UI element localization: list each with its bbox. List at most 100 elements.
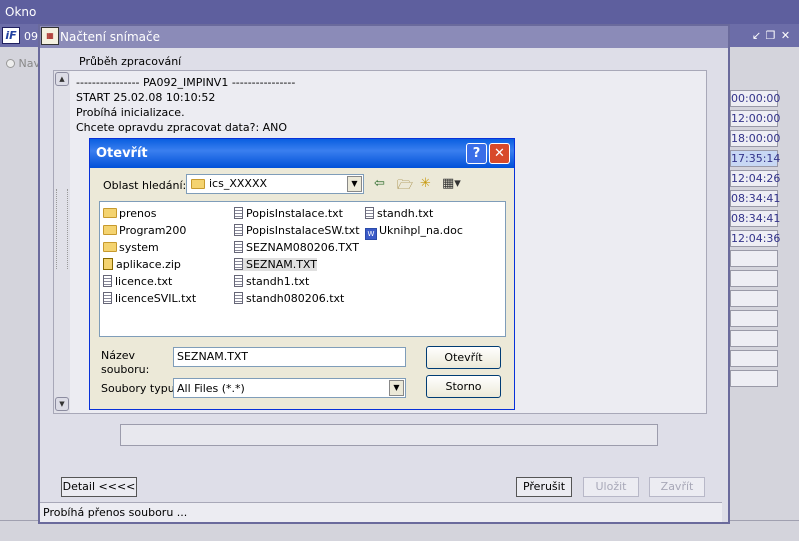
file-name: licenceSVIL.txt bbox=[115, 292, 197, 305]
open-dialog-title: Otevřít bbox=[96, 146, 148, 161]
filetype-label: Soubory typu: bbox=[101, 382, 179, 395]
zip-file-icon bbox=[103, 258, 113, 270]
time-cell-empty[interactable] bbox=[730, 370, 778, 387]
text-file-icon bbox=[365, 207, 374, 219]
text-file-icon bbox=[234, 292, 243, 304]
time-cell[interactable]: 08:34:41 bbox=[730, 210, 780, 227]
file-name: standh080206.txt bbox=[246, 292, 345, 305]
list-item[interactable]: PopisInstalace.txt bbox=[234, 207, 343, 220]
list-item[interactable]: Program200 bbox=[103, 224, 186, 237]
scroll-down-icon[interactable]: ▼ bbox=[55, 397, 69, 411]
list-item[interactable]: standh.txt bbox=[365, 207, 433, 220]
log-line: Probíhá inicializace. bbox=[76, 106, 185, 119]
text-file-icon bbox=[103, 292, 112, 304]
filename-input[interactable]: SEZNAM.TXT bbox=[173, 347, 406, 367]
list-item[interactable]: W Uknihpl_na.doc bbox=[365, 224, 463, 240]
status-bar: Probíhá přenos souboru ... bbox=[40, 502, 722, 522]
time-cell[interactable]: 12:04:26 bbox=[730, 170, 780, 187]
time-cell[interactable]: 17:35:14 bbox=[730, 150, 780, 167]
filename-label-line: Název bbox=[101, 349, 136, 362]
storno-button[interactable]: Storno bbox=[426, 375, 501, 398]
close-icon[interactable]: ✕ bbox=[779, 29, 792, 42]
text-file-icon bbox=[234, 258, 243, 270]
filetype-select[interactable]: All Files (*.*) ▼ bbox=[173, 378, 406, 398]
text-file-icon bbox=[234, 224, 243, 236]
help-icon[interactable]: ? bbox=[466, 143, 487, 164]
file-list[interactable]: prenos Program200 system aplikace.zip li… bbox=[99, 201, 506, 337]
time-cell[interactable]: 18:00:00 bbox=[730, 130, 780, 147]
file-name: licence.txt bbox=[115, 275, 173, 288]
time-cell[interactable]: 12:00:00 bbox=[730, 110, 780, 127]
chevron-down-icon[interactable]: ▼ bbox=[389, 380, 404, 396]
filetype-value: All Files (*.*) bbox=[177, 382, 245, 395]
scanner-icon: ▦ bbox=[41, 27, 59, 45]
look-in-select[interactable]: ics_XXXXX ▼ bbox=[186, 174, 364, 194]
detail-button[interactable]: Detail <<<< bbox=[61, 477, 137, 497]
scroll-thumb[interactable] bbox=[56, 189, 68, 269]
time-cell-empty[interactable] bbox=[730, 250, 778, 267]
log-lines: ---------------- PA092_IMPINV1 ---------… bbox=[76, 75, 295, 135]
progress-bar bbox=[120, 424, 658, 446]
text-file-icon bbox=[234, 241, 243, 253]
list-item[interactable]: licenceSVIL.txt bbox=[103, 292, 196, 305]
close-button[interactable]: Zavřít bbox=[649, 477, 705, 497]
folder-icon bbox=[191, 179, 205, 189]
file-name: PopisInstalace.txt bbox=[246, 207, 343, 220]
loader-title: Načtení snímače bbox=[60, 30, 160, 44]
file-name: SEZNAM080206.TXT bbox=[246, 241, 359, 254]
up-folder-icon[interactable]: 🗁 bbox=[397, 176, 413, 198]
file-name: standh1.txt bbox=[246, 275, 310, 288]
time-cell-empty[interactable] bbox=[730, 270, 778, 287]
log-scrollbar[interactable]: ▲ ▼ bbox=[54, 71, 70, 413]
mdi-title-fragment: 09 bbox=[24, 30, 38, 43]
time-cell[interactable]: 12:04:36 bbox=[730, 230, 780, 247]
close-icon[interactable]: ✕ bbox=[489, 143, 510, 164]
text-file-icon bbox=[103, 275, 112, 287]
file-name: prenos bbox=[119, 207, 157, 220]
view-menu-icon[interactable]: ▦▾ bbox=[442, 176, 461, 191]
filename-label-line: souboru: bbox=[101, 363, 150, 376]
progress-section-label: Průběh zpracování bbox=[79, 55, 182, 68]
new-folder-icon[interactable]: ✳ bbox=[420, 176, 431, 191]
time-cell[interactable]: 00:00:00 bbox=[730, 90, 780, 107]
log-line: START 25.02.08 10:10:52 bbox=[76, 91, 216, 104]
open-button[interactable]: Otevřít bbox=[426, 346, 501, 369]
save-button[interactable]: Uložit bbox=[583, 477, 639, 497]
minimize-icon[interactable]: ↙ bbox=[750, 29, 763, 42]
list-item[interactable]: standh1.txt bbox=[234, 275, 309, 288]
file-name: Uknihpl_na.doc bbox=[379, 224, 463, 237]
file-name: PopisInstalaceSW.txt bbox=[246, 224, 360, 237]
restore-icon[interactable]: ❐ bbox=[764, 29, 777, 42]
back-icon[interactable]: ⇦ bbox=[374, 176, 385, 191]
text-file-icon bbox=[234, 207, 243, 219]
app-title: Okno bbox=[5, 5, 37, 19]
time-cell-empty[interactable] bbox=[730, 330, 778, 347]
log-line: Chcete opravdu zpracovat data?: ANO bbox=[76, 121, 288, 134]
list-item[interactable]: PopisInstalaceSW.txt bbox=[234, 224, 360, 237]
time-cell-empty[interactable] bbox=[730, 310, 778, 327]
nav-radio[interactable]: Nav bbox=[6, 57, 40, 70]
cancel-button[interactable]: Přerušit bbox=[516, 477, 572, 497]
list-item[interactable]: standh080206.txt bbox=[234, 292, 344, 305]
time-cell-empty[interactable] bbox=[730, 290, 778, 307]
list-item[interactable]: SEZNAM080206.TXT bbox=[234, 241, 359, 254]
look-in-label: Oblast hledání: bbox=[103, 179, 187, 192]
list-item-selected[interactable]: SEZNAM.TXT bbox=[234, 258, 317, 271]
open-file-dialog: Otevřít ? ✕ Oblast hledání: ics_XXXXX ▼ … bbox=[89, 138, 515, 410]
chevron-down-icon[interactable]: ▼ bbox=[347, 176, 362, 192]
app-title-bar: Okno bbox=[0, 0, 799, 24]
time-cell[interactable]: 08:34:41 bbox=[730, 190, 780, 207]
list-item[interactable]: system bbox=[103, 241, 159, 254]
radio-circle-icon bbox=[6, 59, 15, 68]
list-item[interactable]: licence.txt bbox=[103, 275, 172, 288]
time-cell-empty[interactable] bbox=[730, 350, 778, 367]
folder-icon bbox=[103, 242, 117, 252]
scroll-up-icon[interactable]: ▲ bbox=[55, 72, 69, 86]
file-name: Program200 bbox=[119, 224, 187, 237]
list-item[interactable]: aplikace.zip bbox=[103, 258, 181, 271]
loader-title-bar: ▦ Načtení snímače bbox=[40, 26, 728, 48]
list-item[interactable]: prenos bbox=[103, 207, 156, 220]
app-logo-icon: iF bbox=[2, 27, 20, 44]
nav-radio-label: Nav bbox=[18, 57, 40, 70]
folder-icon bbox=[103, 208, 117, 218]
